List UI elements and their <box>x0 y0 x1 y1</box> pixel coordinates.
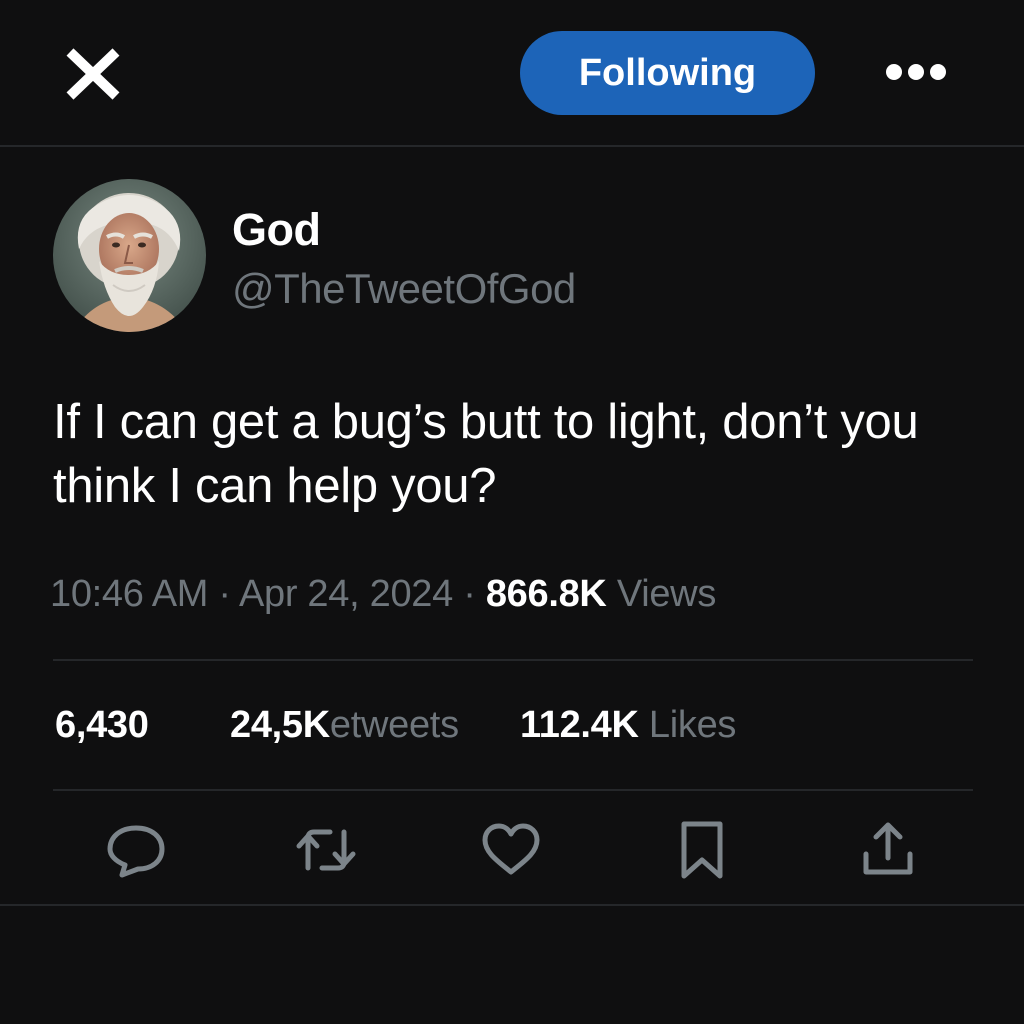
likes-count: 112.4K <box>520 704 639 746</box>
tweet-detail-screen: Following God @TheTweetOfGod If I can ge… <box>0 0 1024 1024</box>
meta-separator: · <box>208 573 239 615</box>
retweets-label: etweets <box>329 704 459 746</box>
reply-icon[interactable] <box>104 820 168 880</box>
tweet-text: If I can get a bug’s butt to light, don’… <box>53 395 919 513</box>
user-handle[interactable]: @TheTweetOfGod <box>232 265 576 313</box>
bookmark-icon[interactable] <box>670 820 734 880</box>
like-heart-icon[interactable] <box>479 820 543 880</box>
retweets-count: 24,5K <box>230 704 330 746</box>
stat-replies[interactable]: 6,430 <box>55 704 149 747</box>
likes-label: Likes <box>638 704 737 746</box>
divider <box>0 145 1024 147</box>
avatar[interactable] <box>53 179 206 332</box>
stat-likes[interactable]: 112.4K Likes <box>520 704 736 747</box>
divider <box>0 904 1024 906</box>
replies-count: 6,430 <box>55 704 149 746</box>
meta-separator: · <box>452 573 486 615</box>
views-count[interactable]: 866.8K <box>486 573 607 615</box>
divider <box>53 659 973 661</box>
tweet-meta: 10:46 AM · Apr 24, 2024 · 866.8K Views <box>50 573 716 616</box>
following-button[interactable]: Following <box>520 31 815 115</box>
share-icon[interactable] <box>856 820 920 880</box>
top-bar: Following <box>0 0 1024 146</box>
views-label: Views <box>606 573 717 615</box>
stat-retweets[interactable]: 24,5Ketweets <box>230 704 459 747</box>
tweet-date[interactable]: Apr 24, 2024 <box>239 573 453 615</box>
retweet-icon[interactable] <box>294 820 358 880</box>
x-logo-icon[interactable] <box>66 48 120 100</box>
display-name[interactable]: God <box>232 204 321 256</box>
more-dots-icon[interactable] <box>880 56 952 88</box>
tweet-time[interactable]: 10:46 AM <box>50 573 208 615</box>
divider <box>53 789 973 791</box>
